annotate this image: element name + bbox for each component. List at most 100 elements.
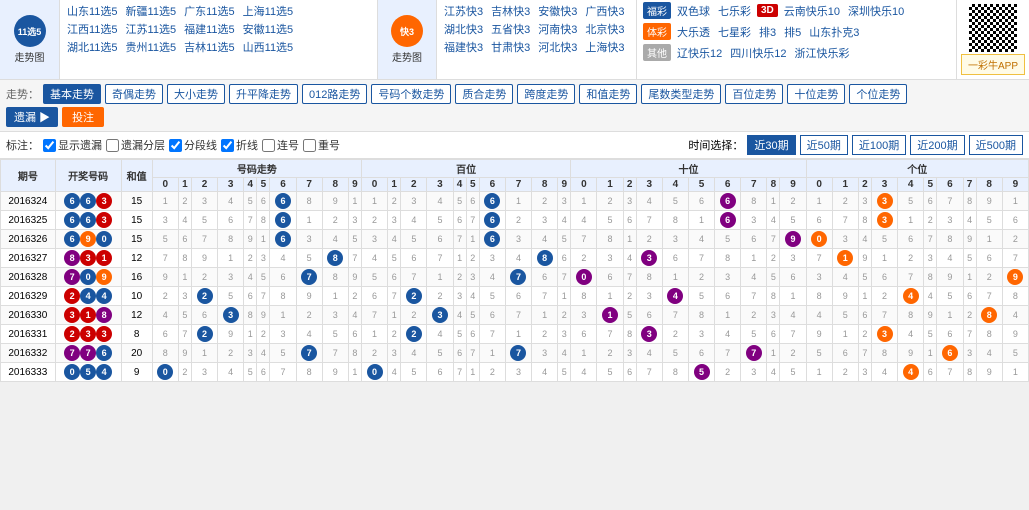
link-pai3[interactable]: 排3 — [757, 24, 778, 40]
shi-cell-2: 4 — [623, 249, 636, 268]
check-segment-line[interactable]: 分段线 — [169, 137, 217, 153]
period-200[interactable]: 近200期 — [910, 135, 964, 155]
trend-cell-4: 5 — [244, 192, 257, 211]
shi-cell-7: 6 — [741, 230, 767, 249]
link-guangxi-k3[interactable]: 广西快3 — [582, 3, 627, 19]
link-hebei-k3[interactable]: 河北快3 — [535, 39, 580, 55]
link-shenzhen[interactable]: 深圳快乐10 — [846, 3, 906, 19]
check-fold-line[interactable]: 折线 — [221, 137, 258, 153]
lottery-shandong[interactable]: 山东11选5 — [64, 3, 121, 19]
tab-span[interactable]: 跨度走势 — [517, 84, 575, 104]
link-sichuan-kl12[interactable]: 四川快乐12 — [728, 45, 788, 61]
period-30[interactable]: 近30期 — [747, 135, 795, 155]
tab-tail-type[interactable]: 尾数类型走势 — [641, 84, 721, 104]
lottery-hubei[interactable]: 湖北11选5 — [64, 39, 121, 55]
ge-cell-1: 1 — [832, 325, 858, 344]
bet-button[interactable]: 投注 — [62, 107, 104, 127]
tab-big-small[interactable]: 大小走势 — [167, 84, 225, 104]
bai-cell-3: 5 — [427, 344, 453, 363]
ball-2: 9 — [96, 269, 112, 285]
tab-basic-trend[interactable]: 基本走势 — [43, 84, 101, 104]
bai-cell-1: 5 — [388, 249, 401, 268]
trend-cell-0: 5 — [152, 230, 178, 249]
shi-cell-4: 7 — [662, 306, 688, 325]
check-consecutive[interactable]: 连号 — [262, 137, 299, 153]
check-miss-layer[interactable]: 遗漏分层 — [106, 137, 165, 153]
bai-cell-1: 7 — [388, 287, 401, 306]
tab-odd-even[interactable]: 奇偶走势 — [105, 84, 163, 104]
ge-cell-5: 1 — [924, 344, 937, 363]
link-zhejiang-klc[interactable]: 浙江快乐彩 — [792, 45, 851, 61]
link-qixingcai[interactable]: 七星彩 — [716, 24, 753, 40]
trend-cell-8: 9 — [322, 363, 348, 382]
link-shanghai-k3[interactable]: 上海快3 — [582, 39, 627, 55]
period-500[interactable]: 近500期 — [969, 135, 1023, 155]
tab-ten[interactable]: 十位走势 — [787, 84, 845, 104]
lottery-jiangsu[interactable]: 江苏11选5 — [123, 21, 180, 37]
bai-cell-0: 4 — [362, 249, 388, 268]
lottery-jiangxi[interactable]: 江西11选5 — [64, 21, 121, 37]
lottery-xinjiang[interactable]: 新疆11选5 — [123, 3, 180, 19]
logo-11x5[interactable]: 11选5 走势图 — [0, 0, 60, 79]
link-yunnan[interactable]: 云南快乐10 — [782, 3, 842, 19]
link-gansu-k3[interactable]: 甘肃快3 — [488, 39, 533, 55]
shi-cell-6: 5 — [715, 230, 741, 249]
ball-2: 3 — [96, 326, 112, 342]
check-repeat[interactable]: 重号 — [303, 137, 340, 153]
bai-cell-1: 2 — [388, 192, 401, 211]
link-shandong-poker[interactable]: 山东扑克3 — [807, 24, 861, 40]
link-hubei-k3[interactable]: 湖北快3 — [441, 21, 486, 37]
link-beijing-k3[interactable]: 北京快3 — [582, 21, 627, 37]
trend-cell-8: 3 — [322, 306, 348, 325]
tab-012[interactable]: 012路走势 — [302, 84, 367, 104]
quick3-box[interactable]: 快3 走势图 — [377, 0, 437, 79]
sub-header-bai-9: 9 — [558, 178, 571, 192]
miss-button[interactable]: 遗漏 ▶ — [6, 107, 58, 127]
link-wusheng-k3[interactable]: 五省快3 — [488, 21, 533, 37]
link-qilecai[interactable]: 七乐彩 — [716, 3, 753, 19]
trend-cell-2: 7 — [191, 230, 217, 249]
lottery-anhui[interactable]: 安徽11选5 — [240, 21, 297, 37]
lottery-guangdong[interactable]: 广东11选5 — [181, 3, 238, 19]
lottery-shanxi[interactable]: 山西11选5 — [240, 39, 297, 55]
link-fujian-k3[interactable]: 福建快3 — [441, 39, 486, 55]
ball-0: 3 — [64, 307, 80, 323]
category-tags-section: 福彩 双色球 七乐彩 3D 云南快乐10 深圳快乐10 体彩 大乐透 七星彩 排… — [637, 0, 957, 79]
shi-cell-8: 6 — [767, 325, 780, 344]
check-show-miss[interactable]: 显示遗漏 — [43, 137, 102, 153]
lottery-jilin[interactable]: 吉林11选5 — [181, 39, 238, 55]
tab-one[interactable]: 个位走势 — [849, 84, 907, 104]
trend-cell-0: 1 — [152, 192, 178, 211]
link-jilin-k3[interactable]: 吉林快3 — [488, 3, 533, 19]
ge-cell-7: 4 — [963, 211, 976, 230]
tab-up-flat-down[interactable]: 升平降走势 — [229, 84, 298, 104]
cell-numbers: 831 — [55, 249, 121, 268]
tab-hundred[interactable]: 百位走势 — [725, 84, 783, 104]
link-henan-k3[interactable]: 河南快3 — [535, 21, 580, 37]
trend-cell-7: 7 — [296, 268, 322, 287]
tab-sum[interactable]: 和值走势 — [579, 84, 637, 104]
shi-cell-0: 4 — [571, 363, 597, 382]
lottery-fujian[interactable]: 福建11选5 — [181, 21, 238, 37]
tab-quality[interactable]: 质合走势 — [455, 84, 513, 104]
bai-cell-4: 6 — [453, 211, 466, 230]
table-row: 2016333054902345678910456712345456785234… — [1, 363, 1029, 382]
table-row: 2016329244102325678912672234567181234567… — [1, 287, 1029, 306]
lottery-shanghai[interactable]: 上海11选5 — [240, 3, 297, 19]
ge-cell-3: 4 — [871, 363, 897, 382]
trend-cell-5: 4 — [257, 344, 270, 363]
period-50[interactable]: 近50期 — [800, 135, 848, 155]
link-shuangseqiu[interactable]: 双色球 — [675, 3, 712, 19]
bai-cell-1: 4 — [388, 363, 401, 382]
link-jiangsu-k3[interactable]: 江苏快3 — [441, 3, 486, 19]
ge-cell-8: 5 — [976, 211, 1002, 230]
tab-count[interactable]: 号码个数走势 — [371, 84, 451, 104]
link-liao-kl12[interactable]: 辽快乐12 — [675, 45, 724, 61]
link-daletou[interactable]: 大乐透 — [675, 24, 712, 40]
period-100[interactable]: 近100期 — [852, 135, 906, 155]
link-anhui-k3[interactable]: 安徽快3 — [535, 3, 580, 19]
lottery-guizhou[interactable]: 贵州11选5 — [123, 39, 180, 55]
link-pai5[interactable]: 排5 — [782, 24, 803, 40]
ge-cell-2: 6 — [858, 306, 871, 325]
trend-cell-3: 4 — [218, 363, 244, 382]
